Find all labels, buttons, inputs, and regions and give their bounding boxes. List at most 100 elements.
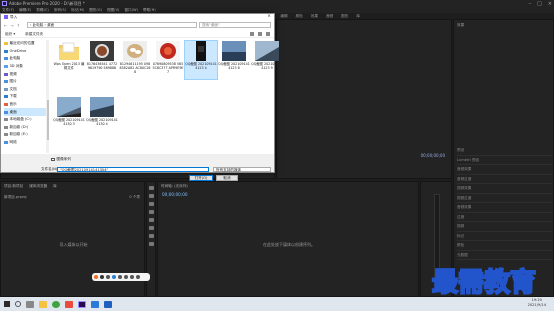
ime-voice-icon[interactable] (118, 275, 122, 279)
search-icon[interactable] (15, 301, 21, 307)
ime-grid-icon[interactable] (136, 275, 140, 279)
cancel-button[interactable]: 取消 (216, 175, 238, 181)
ime-mode-icon[interactable] (100, 275, 104, 279)
open-button[interactable]: 打开(O) (189, 175, 213, 181)
menu-item[interactable]: 剪辑(C) (36, 8, 49, 13)
ime-logo-icon[interactable] (94, 275, 98, 279)
effects-list-item[interactable]: 音频过渡 (457, 175, 552, 184)
menu-item[interactable]: 序列(S) (54, 8, 66, 13)
file-item[interactable]: QQ截图 2021091414123 8 (218, 41, 250, 79)
project-tab[interactable]: 库 (53, 184, 57, 189)
effects-list-item[interactable]: 元数据 (457, 251, 552, 260)
taskbar-clock[interactable]: 19:20 2021/9/14 (528, 298, 546, 308)
app-icon[interactable] (65, 300, 73, 308)
menu-item[interactable]: 编辑(E) (19, 8, 31, 13)
scrollbar-thumb[interactable] (46, 100, 49, 140)
nav-item[interactable]: OneDrive (4, 48, 46, 56)
razor-tool-icon[interactable] (148, 210, 154, 214)
nav-item[interactable]: 网络 (4, 139, 46, 147)
effects-list-item[interactable]: 颜色 (457, 241, 552, 251)
file-item[interactable]: QQ截图 2021091414123 9 (251, 41, 283, 79)
address-bar[interactable]: › 此电脑 › 桌面 (27, 22, 197, 28)
ime-skin-icon[interactable] (130, 275, 134, 279)
close-icon[interactable]: × (548, 1, 552, 7)
file-item[interactable]: QQ截图 2021091414130 4 (86, 97, 118, 135)
nav-item[interactable]: 桌面 (4, 108, 46, 116)
new-folder-button[interactable]: 新建文件夹 (25, 32, 43, 37)
help-icon[interactable] (266, 32, 270, 36)
checkbox-box[interactable] (51, 157, 55, 162)
effects-list-item[interactable]: 预设 (457, 146, 552, 156)
filename-input[interactable]: "QQ截图20210914141304" (57, 167, 209, 172)
maximize-icon[interactable]: □ (537, 1, 542, 7)
navigation-scrollbar[interactable] (46, 40, 49, 153)
forward-arrow-icon[interactable]: → (10, 23, 13, 28)
effects-list-item[interactable]: 过渡 (457, 213, 552, 222)
file-item[interactable]: 81294611195 0988382A82 AC80C288 (119, 41, 151, 79)
pen-tool-icon[interactable] (148, 226, 154, 230)
effects-list-item[interactable]: 视频过渡 (457, 194, 552, 203)
hand-tool-icon[interactable] (148, 234, 154, 238)
nav-item[interactable]: 此电脑 (4, 55, 46, 63)
dialog-close-icon[interactable]: × (267, 14, 271, 19)
file-explorer-icon[interactable] (39, 300, 47, 308)
nav-item-label: 此电脑 (9, 56, 21, 61)
nav-item-icon (4, 65, 8, 69)
effects-list-item[interactable]: 音频效果 (457, 165, 552, 175)
menu-item[interactable]: 视图(V) (107, 8, 119, 13)
nav-item[interactable]: 视频 (4, 70, 46, 78)
nav-item[interactable]: 下载 (4, 93, 46, 101)
nav-item[interactable]: 3D 对象 (4, 63, 46, 71)
image-sequence-checkbox[interactable]: 图像序列 (51, 157, 71, 162)
file-item[interactable]: 07690809538 5655C6C377 APR9E9E7 (152, 41, 184, 79)
minimize-icon[interactable]: – (529, 1, 532, 7)
selection-tool-icon[interactable] (148, 186, 154, 190)
ime-keyboard-icon[interactable] (124, 275, 128, 279)
start-button[interactable] (4, 301, 10, 307)
menu-item[interactable]: 窗口(W) (124, 8, 138, 13)
effects-list-item[interactable]: 视频 (457, 222, 552, 232)
up-arrow-icon[interactable]: ↑ (17, 23, 20, 28)
slip-tool-icon[interactable] (148, 218, 154, 222)
project-tab[interactable]: 媒体浏览器 (29, 184, 47, 189)
organize-button[interactable]: 组织 ▾ (5, 32, 15, 37)
effects-list-item[interactable]: 音频效果 (457, 203, 552, 213)
type-tool-icon[interactable] (148, 242, 154, 246)
ripple-edit-tool-icon[interactable] (148, 202, 154, 206)
nav-item-label: 桌面 (9, 109, 17, 114)
folder-item[interactable]: Wps Open 2013 编辑文件 (53, 41, 85, 79)
ime-emoji-icon[interactable] (112, 275, 116, 279)
nav-item[interactable]: 新加卷 (D:) (4, 124, 46, 132)
nav-item[interactable]: 本地磁盘 (C:) (4, 116, 46, 124)
filetype-select[interactable]: 所有支持的媒体 (213, 167, 271, 172)
file-item[interactable]: QQ截图 2021091414123 4 (184, 40, 218, 80)
file-label: 81294611195 0988382A82 AC80C288 (119, 62, 151, 74)
menu-item[interactable]: 文件(F) (2, 8, 14, 13)
chrome-icon[interactable] (52, 300, 60, 308)
track-select-tool-icon[interactable] (148, 194, 154, 198)
back-arrow-icon[interactable]: ← (4, 23, 7, 28)
menu-item[interactable]: 标记(M) (71, 8, 84, 13)
ime-punct-icon[interactable] (106, 275, 110, 279)
search-box[interactable]: 搜索"桌面" (199, 22, 271, 28)
task-view-icon[interactable] (26, 300, 34, 308)
effects-list-item[interactable]: 视频效果 (457, 184, 552, 194)
menu-item[interactable]: 图形(G) (89, 8, 102, 13)
nav-item[interactable]: 图片 (4, 78, 46, 86)
nav-item[interactable]: 音乐 (4, 101, 46, 109)
effects-list-item[interactable]: 标记 (457, 232, 552, 241)
nav-item[interactable]: 文档 (4, 86, 46, 94)
preview-pane-icon[interactable] (258, 32, 262, 36)
file-item[interactable]: QQ截图 2021091414130 3 (53, 97, 85, 135)
project-tab[interactable]: 项目:新项目 (4, 184, 23, 189)
watermark-logo: 最需教育 (431, 267, 537, 299)
menu-item[interactable]: 帮助(H) (143, 8, 156, 13)
premiere-taskbar-icon[interactable] (78, 300, 86, 308)
file-item[interactable]: 8176436541 47729619790 589886 (86, 41, 118, 79)
nav-item[interactable]: 最近访问的位置 (4, 40, 46, 48)
effects-list-item[interactable]: Lumetri 预设 (457, 156, 552, 165)
qq-icon[interactable] (91, 300, 99, 308)
view-options-icon[interactable] (250, 32, 254, 36)
nav-item[interactable]: 新加卷 (E:) (4, 131, 46, 139)
app2-icon[interactable] (104, 300, 112, 308)
